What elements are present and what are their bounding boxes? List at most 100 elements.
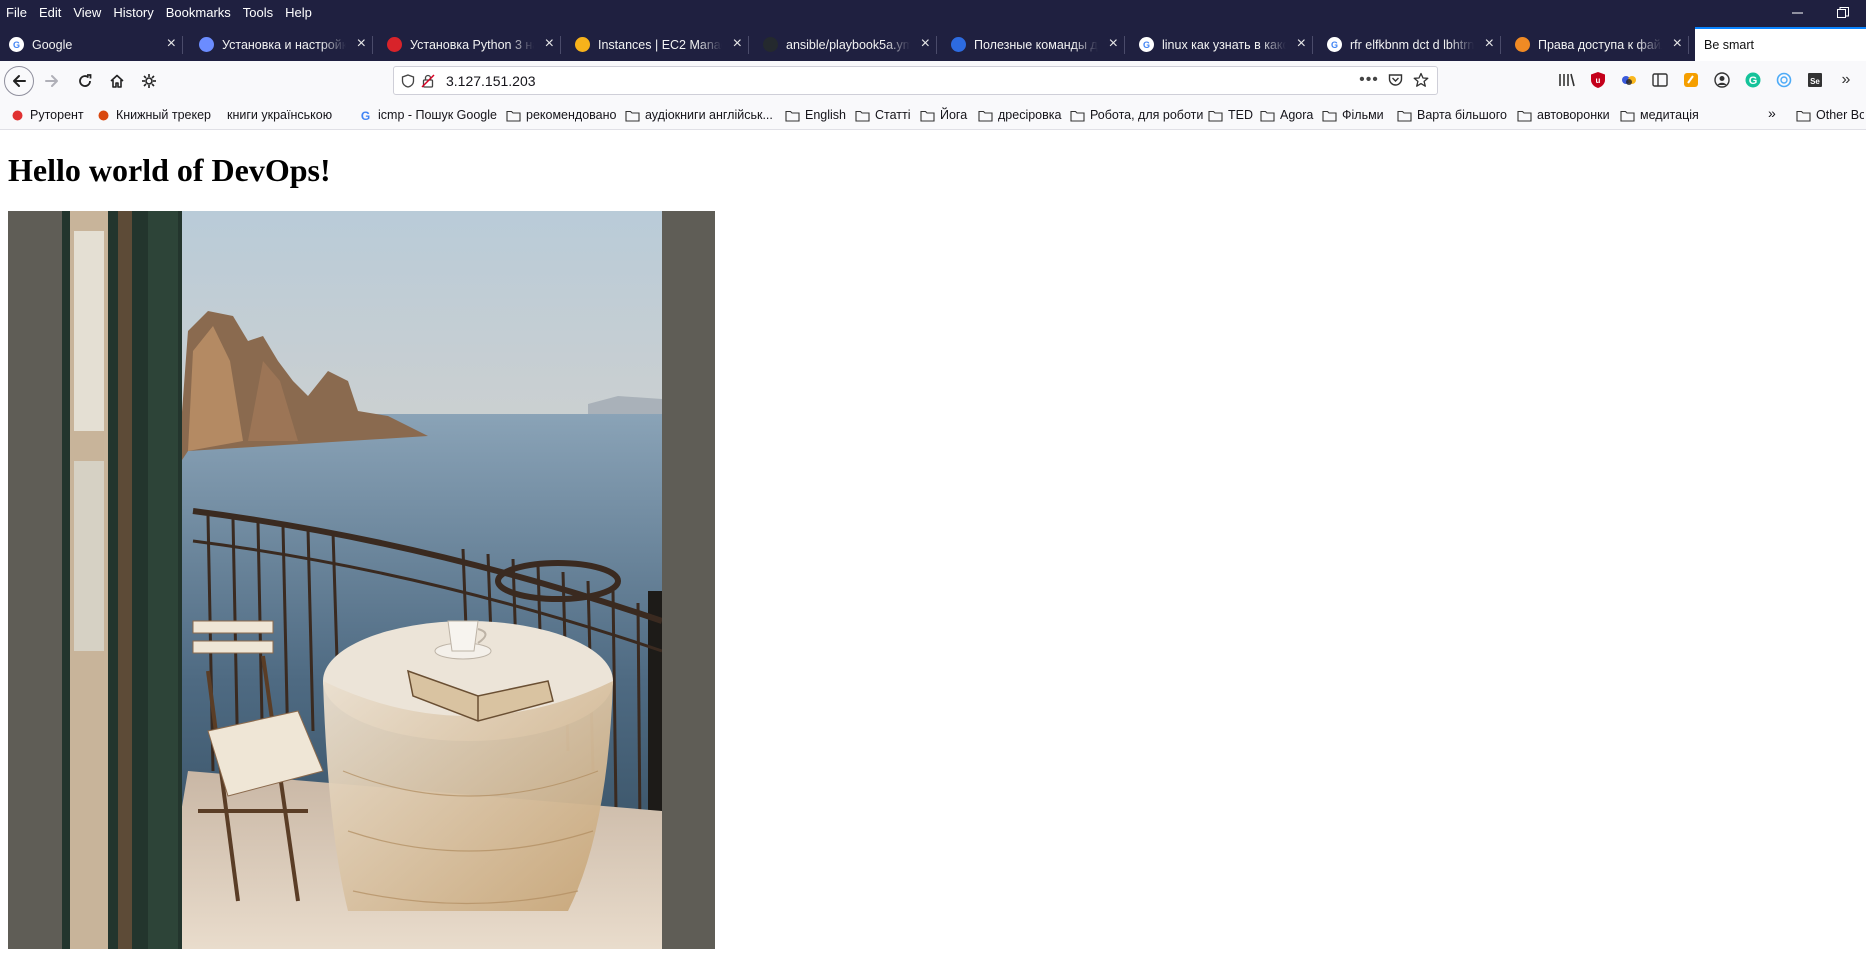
bookmark-label: Agora bbox=[1280, 108, 1314, 122]
bookmarks-toolbar: Руторент Книжный трекер книги українською G… bbox=[0, 101, 1866, 130]
bookmark-label: дресіровка bbox=[998, 108, 1062, 122]
account-icon[interactable] bbox=[1711, 69, 1733, 91]
tab-separator bbox=[372, 36, 373, 54]
extension-gear-button[interactable] bbox=[134, 66, 164, 96]
tab-1[interactable]: Установка и настройка × bbox=[190, 29, 373, 60]
menu-view[interactable]: View bbox=[67, 0, 107, 25]
orange-circle-icon bbox=[1515, 37, 1530, 52]
ublock-icon[interactable]: u bbox=[1587, 69, 1609, 91]
github-icon bbox=[763, 37, 778, 52]
navigation-toolbar: 3.127.151.203 ••• u G Se » bbox=[0, 61, 1866, 101]
tab-title: Права доступа к файлам bbox=[1538, 37, 1662, 52]
home-button[interactable] bbox=[102, 66, 132, 96]
tab-9[interactable]: Be smart bbox=[1695, 27, 1866, 61]
url-text[interactable]: 3.127.151.203 bbox=[446, 73, 536, 89]
bookmark-item-5[interactable]: аудіокниги англійськ... bbox=[625, 106, 773, 124]
shield-icon[interactable] bbox=[398, 71, 418, 91]
bookmark-item-11[interactable]: TED bbox=[1208, 106, 1253, 124]
sidebar-icon[interactable] bbox=[1649, 69, 1671, 91]
bookmark-item-8[interactable]: Йога bbox=[920, 106, 967, 124]
close-tab-icon[interactable]: × bbox=[733, 36, 742, 52]
bookmark-label: медитація bbox=[1640, 108, 1699, 122]
more-actions-icon[interactable]: ••• bbox=[1359, 70, 1379, 90]
google-icon: G bbox=[358, 109, 373, 123]
forward-button[interactable] bbox=[37, 66, 67, 96]
close-tab-icon[interactable]: × bbox=[357, 36, 366, 52]
bookmark-item-9[interactable]: дресіровка bbox=[978, 106, 1061, 124]
tab-5[interactable]: Полезные команды для × bbox=[942, 29, 1125, 60]
bookmark-item-10[interactable]: Робота, для роботи bbox=[1070, 106, 1203, 124]
tracker-icon bbox=[96, 109, 111, 122]
grammarly-icon[interactable]: G bbox=[1742, 69, 1764, 91]
bookmark-item-4[interactable]: рекомендовано bbox=[506, 106, 616, 124]
back-button[interactable] bbox=[4, 66, 34, 96]
menu-file[interactable]: File bbox=[0, 0, 33, 25]
folder-icon bbox=[1208, 109, 1223, 122]
menu-help[interactable]: Help bbox=[279, 0, 318, 25]
tab-separator bbox=[1500, 36, 1501, 54]
tab-title: Instances | EC2 Manager bbox=[598, 37, 722, 52]
reader-extension-icon[interactable] bbox=[1680, 69, 1702, 91]
close-tab-icon[interactable]: × bbox=[167, 36, 176, 52]
overflow-menu-icon[interactable]: » bbox=[1835, 69, 1857, 91]
restore-icon[interactable] bbox=[1820, 0, 1866, 25]
tab-strip: G Google × Установка и настройка × Установка … bbox=[0, 25, 1866, 61]
tab-8[interactable]: Права доступа к файлам × bbox=[1506, 29, 1689, 60]
tab-6[interactable]: Glinux как узнать в какой × bbox=[1130, 29, 1313, 60]
folder-icon bbox=[625, 109, 640, 122]
google-icon: G bbox=[9, 37, 24, 52]
close-tab-icon[interactable]: × bbox=[921, 36, 930, 52]
bookmark-item-2[interactable]: книги українською bbox=[222, 106, 332, 124]
tab-7[interactable]: Grfr elfkbnm dct d lbhtrn × bbox=[1318, 29, 1501, 60]
menu-history[interactable]: History bbox=[107, 0, 159, 25]
gear-icon bbox=[142, 74, 156, 88]
close-tab-icon[interactable]: × bbox=[1297, 36, 1306, 52]
library-icon[interactable] bbox=[1556, 69, 1578, 91]
menu-edit[interactable]: Edit bbox=[33, 0, 67, 25]
bookmark-star-icon[interactable] bbox=[1411, 70, 1431, 90]
other-bookmarks-folder[interactable]: Other Bookmarks bbox=[1796, 106, 1864, 124]
arrow-right-icon bbox=[45, 75, 58, 87]
bookmark-label: Книжный трекер bbox=[116, 108, 212, 122]
insecure-lock-icon[interactable] bbox=[418, 71, 438, 91]
sync-circle-icon[interactable] bbox=[1773, 69, 1795, 91]
bookmark-item-0[interactable]: Руторент bbox=[10, 106, 84, 124]
bookmark-label: icmp - Пошук Google bbox=[378, 108, 497, 122]
page-heading: Hello world of DevOps! bbox=[8, 152, 331, 188]
reload-button[interactable] bbox=[70, 66, 100, 96]
tab-title: Полезные команды для bbox=[974, 37, 1098, 52]
tab-title: Установка и настройка bbox=[222, 37, 346, 52]
close-tab-icon[interactable]: × bbox=[1673, 36, 1682, 52]
tab-3[interactable]: Instances | EC2 Manager × bbox=[566, 29, 749, 60]
tab-title: Be smart bbox=[1704, 38, 1755, 52]
menu-bookmarks[interactable]: Bookmarks bbox=[160, 0, 237, 25]
extension-dots-icon[interactable] bbox=[1618, 69, 1640, 91]
menu-tools[interactable]: Tools bbox=[237, 0, 279, 25]
bookmark-item-13[interactable]: Фільми bbox=[1322, 106, 1384, 124]
bookmark-item-15[interactable]: автоворонки bbox=[1517, 106, 1610, 124]
folder-icon bbox=[1397, 109, 1412, 122]
pocket-icon[interactable] bbox=[1385, 70, 1405, 90]
folder-icon bbox=[978, 109, 993, 122]
page-content: Hello world of DevOps! bbox=[0, 130, 1866, 978]
close-tab-icon[interactable]: × bbox=[1109, 36, 1118, 52]
python-red-icon bbox=[387, 37, 402, 52]
folder-icon bbox=[1517, 109, 1532, 122]
tab-2[interactable]: Установка Python 3 на × bbox=[378, 29, 561, 60]
tab-0[interactable]: G Google × bbox=[0, 29, 183, 60]
bookmark-item-6[interactable]: English bbox=[785, 106, 846, 124]
bookmark-item-16[interactable]: медитація bbox=[1620, 106, 1699, 124]
tab-4[interactable]: ansible/playbook5a.yml × bbox=[754, 29, 937, 60]
bookmark-item-14[interactable]: Варта більшого bbox=[1397, 106, 1507, 124]
selenium-icon[interactable]: Se bbox=[1804, 69, 1826, 91]
bookmark-item-7[interactable]: Статті bbox=[855, 106, 911, 124]
url-bar[interactable]: 3.127.151.203 ••• bbox=[393, 66, 1438, 95]
close-tab-icon[interactable]: × bbox=[1485, 36, 1494, 52]
close-tab-icon[interactable]: × bbox=[545, 36, 554, 52]
minimize-icon[interactable] bbox=[1774, 0, 1820, 25]
bookmark-item-3[interactable]: Gicmp - Пошук Google bbox=[358, 106, 497, 124]
tab-overflow-icon[interactable]: › bbox=[1848, 31, 1866, 47]
bookmarks-overflow-icon[interactable]: » bbox=[1768, 105, 1776, 121]
bookmark-item-1[interactable]: Книжный трекер bbox=[96, 106, 211, 124]
bookmark-item-12[interactable]: Agora bbox=[1260, 106, 1313, 124]
